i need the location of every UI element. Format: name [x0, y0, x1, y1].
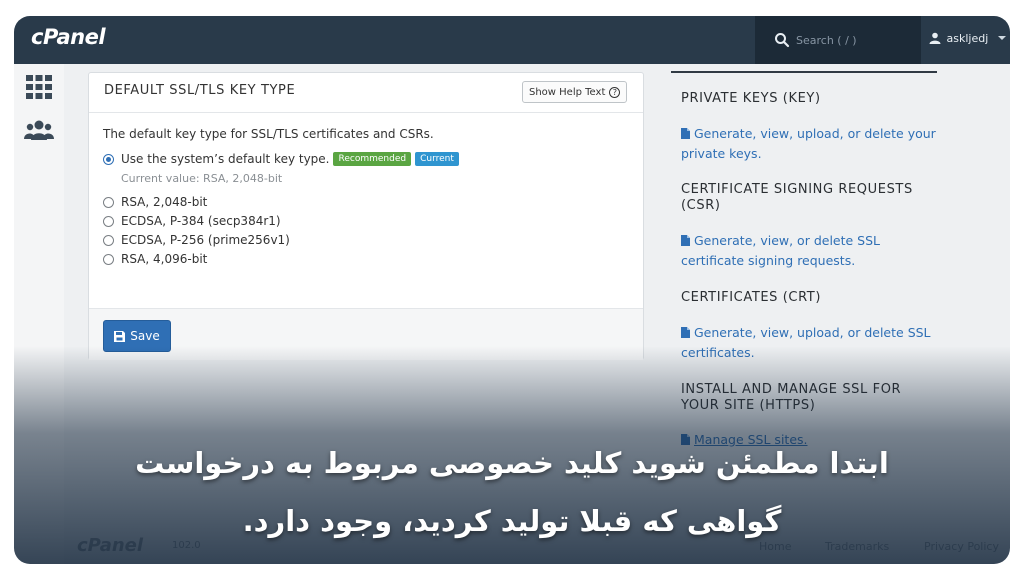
search-icon[interactable]: [774, 32, 790, 48]
left-rail: [14, 64, 64, 564]
default-key-type-card: DEFAULT SSL/TLS KEY TYPE Show Help Text …: [88, 72, 644, 360]
question-icon: ?: [609, 86, 621, 98]
top-bar: cPanel askljedj: [14, 16, 1010, 64]
radio-ecdsa-p384[interactable]: [103, 215, 114, 227]
document-icon: [681, 327, 690, 338]
show-help-text-button[interactable]: Show Help Text ?: [522, 81, 628, 103]
radio-rsa-4096[interactable]: [103, 253, 114, 265]
save-label: Save: [130, 329, 160, 343]
footer-logo[interactable]: cPanel: [77, 535, 143, 556]
option-label: ECDSA, P-256 (prime256v1): [121, 233, 290, 247]
document-icon: [681, 235, 690, 246]
private-keys-title: PRIVATE KEYS (KEY): [681, 91, 821, 106]
footer-link-home[interactable]: Home: [759, 540, 791, 553]
search-input[interactable]: [796, 29, 914, 51]
save-button[interactable]: Save: [103, 320, 171, 352]
private-keys-link[interactable]: Generate, view, upload, or delete your p…: [681, 124, 946, 164]
document-icon: [681, 434, 690, 445]
caption-line-1: ابتدا مطمئن شوید کلید خصوصی مربوط به درخ…: [135, 446, 889, 480]
install-ssl-title: INSTALL AND MANAGE SSL FOR YOUR SITE (HT…: [681, 382, 902, 413]
csr-link[interactable]: Generate, view, or delete SSL certificat…: [681, 231, 946, 271]
chevron-down-icon: [997, 36, 1006, 40]
csr-title: CERTIFICATE SIGNING REQUESTS (CSR): [681, 182, 913, 213]
cpanel-logo[interactable]: cPanel: [31, 25, 106, 49]
radio-ecdsa-p256[interactable]: [103, 234, 114, 246]
option-label: RSA, 4,096-bit: [121, 252, 208, 266]
option-label: ECDSA, P-384 (secp384r1): [121, 214, 281, 228]
radio-system-default[interactable]: [103, 153, 114, 165]
certificates-link[interactable]: Generate, view, upload, or delete SSL ce…: [681, 323, 946, 363]
current-badge: Current: [415, 152, 459, 166]
radio-rsa-2048[interactable]: [103, 196, 114, 208]
card-title: DEFAULT SSL/TLS KEY TYPE: [104, 83, 296, 98]
option-rsa-4096[interactable]: RSA, 4,096-bit: [103, 252, 207, 266]
footer-link-privacy[interactable]: Privacy Policy: [924, 540, 999, 553]
caption-line-2: گواهی که قبلا تولید کردید، وجود دارد.: [242, 504, 782, 538]
option-rsa-2048[interactable]: RSA, 2,048-bit: [103, 195, 207, 209]
card-header: DEFAULT SSL/TLS KEY TYPE Show Help Text …: [89, 73, 643, 113]
csr-link-text[interactable]: Generate, view, or delete SSL certificat…: [681, 233, 880, 268]
recommended-badge: Recommended: [333, 152, 412, 166]
option-ecdsa-p384[interactable]: ECDSA, P-384 (secp384r1): [103, 214, 281, 228]
screenshot-frame: cPanel askljedj: [14, 16, 1010, 564]
manage-ssl-link-text[interactable]: Manage SSL sites.: [694, 432, 808, 447]
card-description: The default key type for SSL/TLS certifi…: [103, 127, 434, 141]
right-column-divider: [671, 71, 937, 73]
option-label: RSA, 2,048-bit: [121, 195, 208, 209]
footer-link-trademarks[interactable]: Trademarks: [825, 540, 889, 553]
footer-version: 102.0: [172, 540, 201, 551]
option-label: Use the system’s default key type.: [121, 152, 330, 166]
card-footer: Save: [89, 308, 643, 360]
username: askljedj: [946, 31, 989, 45]
floppy-disk-icon: [114, 330, 126, 342]
users-icon[interactable]: [24, 118, 54, 144]
document-icon: [681, 128, 690, 139]
certificates-title: CERTIFICATES (CRT): [681, 290, 822, 305]
current-value-note: Current value: RSA, 2,048-bit: [121, 172, 283, 185]
user-menu[interactable]: askljedj: [929, 31, 1006, 49]
certificates-link-text[interactable]: Generate, view, upload, or delete SSL ce…: [681, 325, 931, 360]
grid-icon[interactable]: [24, 74, 54, 100]
private-keys-link-text[interactable]: Generate, view, upload, or delete your p…: [681, 126, 936, 161]
option-system-default[interactable]: Use the system’s default key type. Recom…: [103, 152, 459, 166]
user-icon: [929, 32, 941, 44]
option-ecdsa-p256[interactable]: ECDSA, P-256 (prime256v1): [103, 233, 290, 247]
help-button-label: Show Help Text: [529, 86, 606, 98]
